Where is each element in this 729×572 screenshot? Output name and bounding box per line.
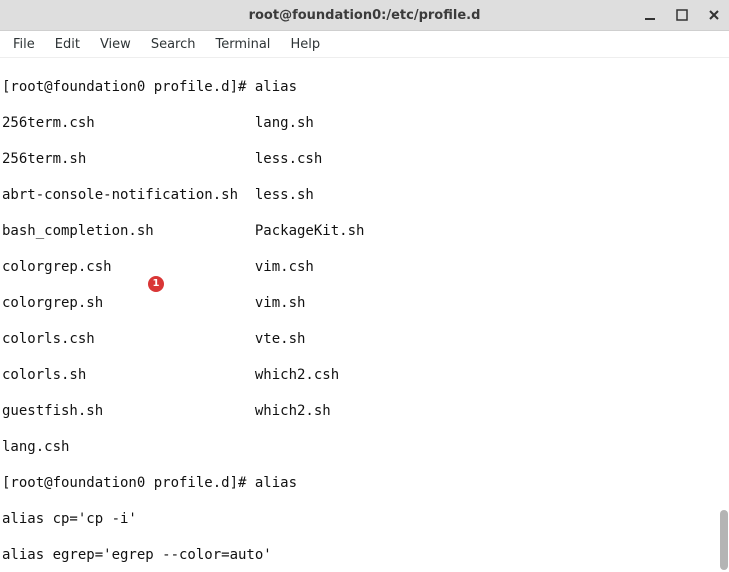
close-button[interactable] (705, 6, 723, 24)
window-title: root@foundation0:/etc/profile.d (0, 8, 729, 23)
vertical-scrollbar[interactable] (719, 58, 729, 572)
menu-file[interactable]: File (4, 34, 44, 55)
menubar: File Edit View Search Terminal Help (0, 31, 729, 58)
window-controls (641, 0, 723, 30)
window-titlebar: root@foundation0:/etc/profile.d (0, 0, 729, 31)
minimize-button[interactable] (641, 6, 659, 24)
vertical-scroll-thumb[interactable] (720, 510, 728, 570)
terminal-viewport[interactable]: [root@foundation0 profile.d]# alias 256t… (0, 58, 729, 572)
menu-help[interactable]: Help (281, 34, 329, 55)
menu-edit[interactable]: Edit (46, 34, 89, 55)
menu-view[interactable]: View (91, 34, 140, 55)
maximize-button[interactable] (673, 6, 691, 24)
menu-terminal[interactable]: Terminal (206, 34, 279, 55)
annotation-badge-1: 1 (148, 276, 164, 292)
menu-search[interactable]: Search (142, 34, 205, 55)
